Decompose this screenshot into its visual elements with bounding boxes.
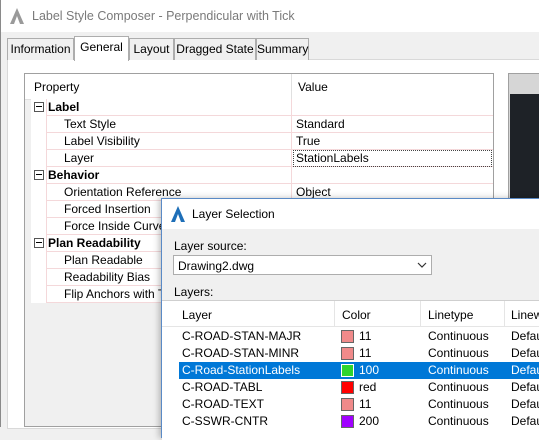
layer-source-dropdown[interactable]: Drawing2.dwg xyxy=(173,255,432,275)
color-swatch xyxy=(341,415,354,428)
tab-summary[interactable]: Summary xyxy=(256,38,309,60)
layer-row[interactable]: C-SSWR-CNTR 200 Continuous Defau xyxy=(179,413,539,430)
layer-row[interactable]: C-ROAD-STAN-MAJR 11 Continuous Defau xyxy=(179,328,539,345)
property-row-layer[interactable]: Layer StationLabels xyxy=(31,150,493,167)
tab-general[interactable]: General xyxy=(74,36,129,61)
dialog-title: Layer Selection xyxy=(192,207,275,221)
layer-source-label: Layer source: xyxy=(174,239,247,253)
color-column-header[interactable]: Color xyxy=(342,308,371,322)
layers-list-header: Layer Color Linetype Linew xyxy=(162,301,539,327)
tab-layout[interactable]: Layout xyxy=(129,38,174,60)
color-swatch xyxy=(341,330,354,343)
layers-label: Layers: xyxy=(174,285,214,299)
title-bar: Label Style Composer - Perpendicular wit… xyxy=(1,0,539,32)
civil3d-logo-icon xyxy=(10,8,24,24)
layer-row[interactable]: C-ROAD-STAN-MINR 11 Continuous Defau xyxy=(179,345,539,362)
layer-selection-dialog: Layer Selection Layer source: Drawing2.d… xyxy=(161,198,539,440)
category-label[interactable]: Label xyxy=(31,99,493,116)
collapse-icon[interactable] xyxy=(34,102,44,112)
property-column-header[interactable]: Property xyxy=(34,80,79,94)
property-row-label-visibility[interactable]: Label Visibility True xyxy=(31,133,493,150)
linetype-column-header[interactable]: Linetype xyxy=(428,308,473,322)
color-swatch xyxy=(341,398,354,411)
layers-list: Layer Color Linetype Linew C-ROAD-STAN-M… xyxy=(162,300,539,440)
window-title: Label Style Composer - Perpendicular wit… xyxy=(32,9,295,23)
value-column-header[interactable]: Value xyxy=(298,80,328,94)
color-swatch xyxy=(341,381,354,394)
civil3d-logo-icon xyxy=(171,206,185,222)
layer-row[interactable]: C-ROAD-TABL red Continuous Defau xyxy=(179,379,539,396)
dialog-title-bar: Layer Selection xyxy=(162,199,539,229)
layer-column-header[interactable]: Layer xyxy=(182,308,212,322)
property-row-text-style[interactable]: Text Style Standard xyxy=(31,116,493,133)
category-behavior[interactable]: Behavior xyxy=(31,167,493,184)
chevron-down-icon xyxy=(417,262,427,268)
color-swatch xyxy=(341,364,354,377)
tab-dragged-state[interactable]: Dragged State xyxy=(174,38,256,60)
layer-source-value: Drawing2.dwg xyxy=(178,259,255,273)
color-swatch xyxy=(341,347,354,360)
grid-header: Property Value xyxy=(25,74,493,100)
collapse-icon[interactable] xyxy=(34,238,44,248)
collapse-icon[interactable] xyxy=(34,170,44,180)
lineweight-column-header[interactable]: Linew xyxy=(511,308,539,322)
tab-information[interactable]: Information xyxy=(7,38,74,60)
layer-row-selected[interactable]: C-Road-StationLabels 100 Continuous Defa… xyxy=(179,362,539,379)
layer-row[interactable]: C-ROAD-TEXT 11 Continuous Defau xyxy=(179,396,539,413)
